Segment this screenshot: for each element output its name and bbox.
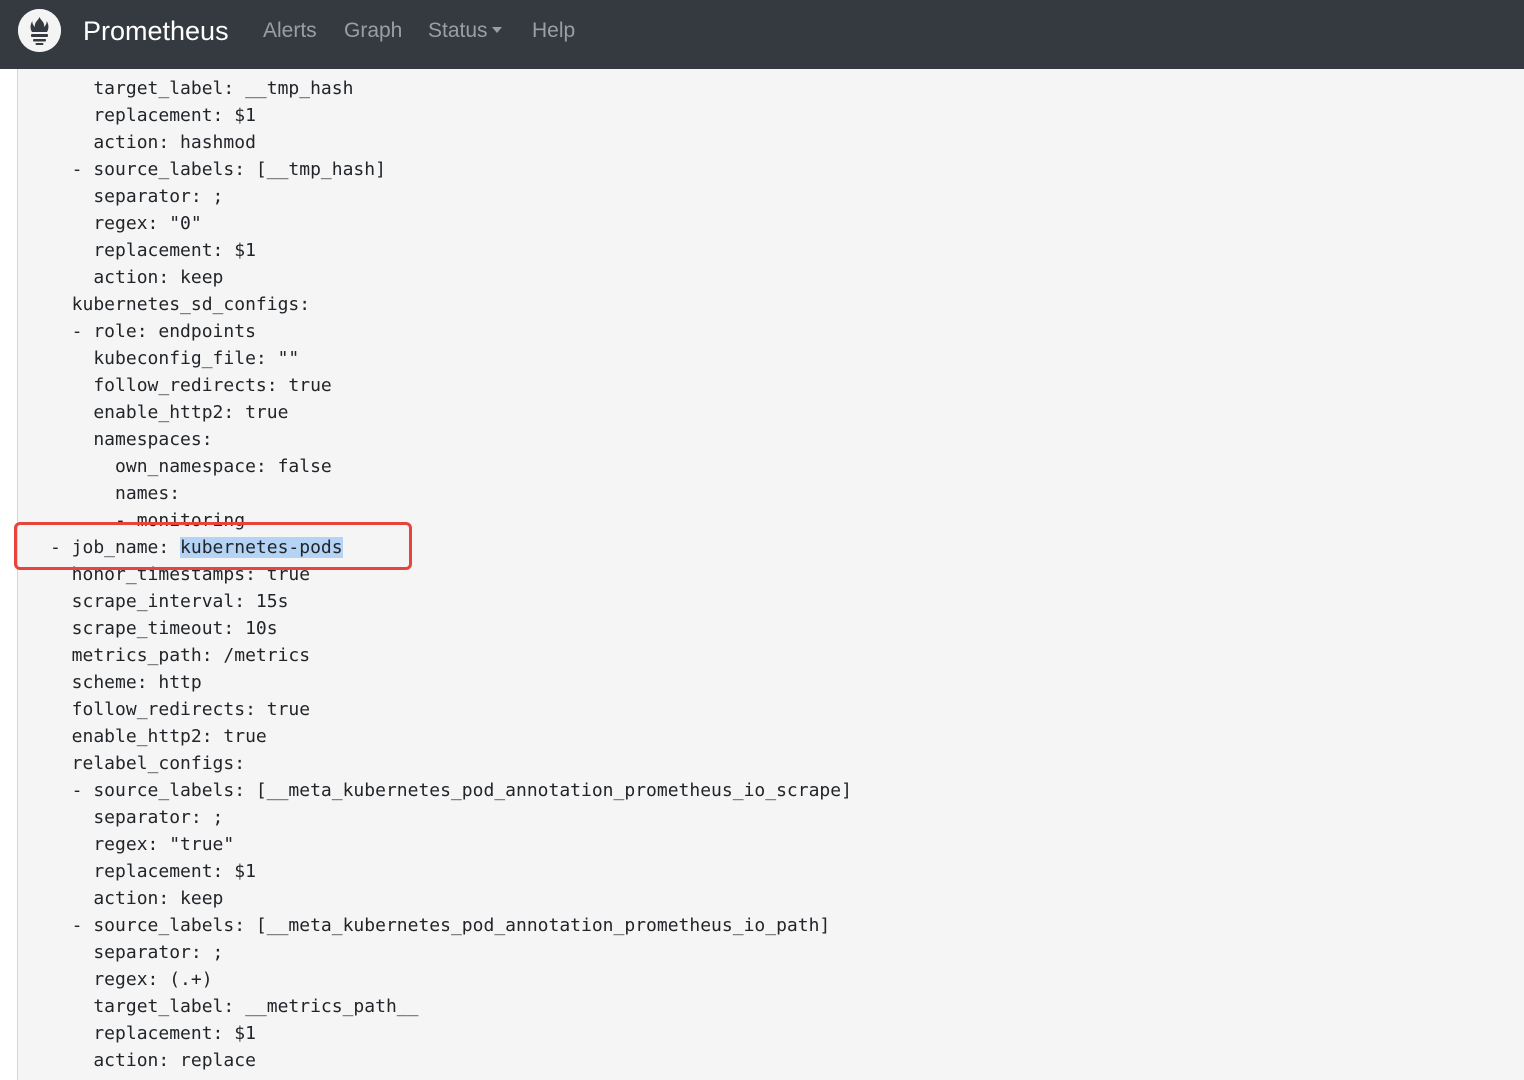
config-line: kubeconfig_file: "" <box>50 345 299 372</box>
prometheus-logo-icon[interactable] <box>18 9 61 52</box>
config-line: regex: (.+) <box>50 966 213 993</box>
nav-graph[interactable]: Graph <box>344 18 402 44</box>
config-line: action: replace <box>50 1047 256 1074</box>
config-line-text: regex: "0" <box>50 213 202 234</box>
config-line-text: follow_redirects: true <box>50 375 332 396</box>
config-line-text: action: keep <box>50 888 224 909</box>
config-line: metrics_path: /metrics <box>50 642 310 669</box>
config-line-text: names: <box>50 483 181 504</box>
annotation-highlight-box <box>14 522 412 570</box>
config-line: - source_labels: [__meta_kubernetes_pod_… <box>50 912 831 939</box>
config-line: replacement: $1 <box>50 858 256 885</box>
config-line: separator: ; <box>50 804 223 831</box>
config-line: replacement: $1 <box>50 102 256 129</box>
config-line-text: separator: ; <box>50 942 224 963</box>
config-line: target_label: __tmp_hash <box>50 75 353 102</box>
config-line: action: keep <box>50 264 223 291</box>
nav-status-label: Status <box>428 19 488 42</box>
config-line: enable_http2: true <box>50 399 288 426</box>
config-line: separator: ; <box>50 183 223 210</box>
config-line: replacement: $1 <box>50 1020 256 1047</box>
config-line-text: action: keep <box>50 267 224 288</box>
config-line-text: own_namespace: false <box>50 456 332 477</box>
config-line: regex: "0" <box>50 210 202 237</box>
config-line: replacement: $1 <box>50 237 256 264</box>
config-line: scrape_interval: 15s <box>50 588 289 615</box>
nav-help[interactable]: Help <box>532 18 575 44</box>
config-line-text: kubernetes_sd_configs: <box>50 294 311 315</box>
config-page: target_label: __tmp_hash replacement: $1… <box>0 69 1524 1080</box>
config-line-text: action: replace <box>50 1050 256 1071</box>
config-line-text: - source_labels: [__meta_kubernetes_pod_… <box>50 780 852 801</box>
config-line-text: - source_labels: [__meta_kubernetes_pod_… <box>50 915 831 936</box>
config-line: namespaces: <box>50 426 213 453</box>
config-line-text: relabel_configs: <box>50 753 246 774</box>
config-line-text: target_label: __metrics_path__ <box>50 996 419 1017</box>
config-line-text: separator: ; <box>50 186 224 207</box>
config-line: action: hashmod <box>50 129 256 156</box>
config-code-block: target_label: __tmp_hash replacement: $1… <box>17 69 1524 1080</box>
config-line-text: regex: "true" <box>50 834 235 855</box>
config-line-text: replacement: $1 <box>50 1023 256 1044</box>
config-line-text: enable_http2: true <box>50 726 267 747</box>
config-line-text: namespaces: <box>50 429 213 450</box>
config-line-text: scrape_timeout: 10s <box>50 618 278 639</box>
config-line-text: action: hashmod <box>50 132 256 153</box>
navbar-brand[interactable]: Prometheus <box>83 14 229 48</box>
config-line-text: separator: ; <box>50 807 224 828</box>
config-line: scheme: http <box>50 669 202 696</box>
config-line: follow_redirects: true <box>50 696 310 723</box>
config-line: action: keep <box>50 885 223 912</box>
config-line-text: follow_redirects: true <box>50 699 311 720</box>
config-line: own_namespace: false <box>50 453 332 480</box>
config-line-text: target_label: __tmp_hash <box>50 78 354 99</box>
config-line-text: scrape_interval: 15s <box>50 591 289 612</box>
config-line-text: scheme: http <box>50 672 202 693</box>
chevron-down-icon <box>491 26 502 33</box>
config-line-text: replacement: $1 <box>50 861 256 882</box>
config-line: regex: "true" <box>50 831 234 858</box>
config-line-text: enable_http2: true <box>50 402 289 423</box>
config-line: scrape_timeout: 10s <box>50 615 278 642</box>
config-line: - role: endpoints <box>50 318 256 345</box>
config-line-text: replacement: $1 <box>50 240 256 261</box>
config-line-text: metrics_path: /metrics <box>50 645 311 666</box>
config-line-text: regex: (.+) <box>50 969 213 990</box>
config-line: - source_labels: [__meta_kubernetes_pod_… <box>50 777 852 804</box>
nav-status-dropdown[interactable]: Status <box>428 18 502 44</box>
config-line: kubernetes_sd_configs: <box>50 291 310 318</box>
config-line: separator: ; <box>50 939 223 966</box>
nav-alerts[interactable]: Alerts <box>263 18 317 44</box>
config-line-text: - role: endpoints <box>50 321 256 342</box>
config-line: names: <box>50 480 180 507</box>
config-line-text: kubeconfig_file: "" <box>50 348 300 369</box>
config-line: follow_redirects: true <box>50 372 332 399</box>
config-line: enable_http2: true <box>50 723 267 750</box>
config-line-text: - source_labels: [__tmp_hash] <box>50 159 386 180</box>
config-line: target_label: __metrics_path__ <box>50 993 418 1020</box>
config-line: relabel_configs: <box>50 750 245 777</box>
config-line-text: replacement: $1 <box>50 105 256 126</box>
top-navbar: Prometheus Alerts Graph Status Help <box>0 0 1524 69</box>
config-line: - source_labels: [__tmp_hash] <box>50 156 386 183</box>
